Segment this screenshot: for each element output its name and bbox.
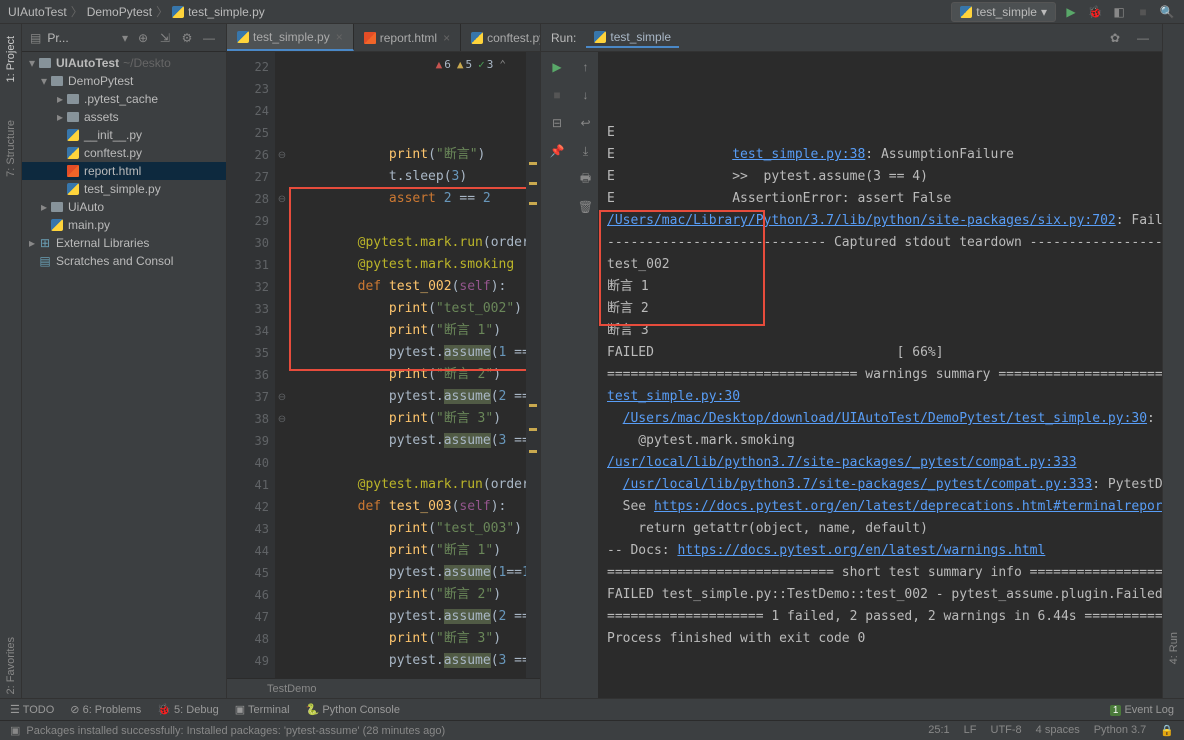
- inspection-summary[interactable]: ▲6 ▲5 ✓3 ⌃: [436, 54, 506, 76]
- status-sep[interactable]: LF: [964, 724, 977, 737]
- stop-button[interactable]: ■: [1134, 3, 1152, 21]
- tree-folder[interactable]: ▸assets: [22, 108, 226, 126]
- tab-test-simple[interactable]: test_simple.py×: [227, 24, 354, 51]
- breadcrumb-file[interactable]: test_simple.py: [188, 5, 265, 19]
- project-header: ▤ Pr... ▾ ⊕ ⇲ ⚙ —: [22, 24, 226, 52]
- gear-icon[interactable]: ✿: [1106, 29, 1124, 47]
- tab-report[interactable]: report.html×: [354, 24, 461, 51]
- hide-icon[interactable]: —: [1134, 29, 1152, 47]
- chevron-down-icon: ▾: [1041, 5, 1047, 19]
- breadcrumb: UIAutoTest 〉 DemoPytest 〉 test_simple.py: [8, 3, 951, 20]
- pin-icon[interactable]: 📌: [548, 142, 566, 160]
- breadcrumb-folder[interactable]: DemoPytest: [87, 5, 152, 19]
- tool-pyconsole[interactable]: 🐍 Python Console: [306, 703, 400, 716]
- python-icon: [960, 6, 972, 18]
- tool-problems[interactable]: ⊘ 6: Problems: [70, 703, 141, 716]
- tree-file-selected[interactable]: report.html: [22, 162, 226, 180]
- status-indent[interactable]: 4 spaces: [1036, 724, 1080, 737]
- run-button[interactable]: ▶: [1062, 3, 1080, 21]
- python-icon: [594, 31, 606, 43]
- project-pane: ▤ Pr... ▾ ⊕ ⇲ ⚙ — ▾UIAutoTest~/Deskto ▾D…: [22, 24, 227, 698]
- tree-scratches[interactable]: ▤Scratches and Consol: [22, 252, 226, 270]
- tool-todo[interactable]: ☰ TODO: [10, 703, 54, 716]
- up-icon[interactable]: ↑: [577, 58, 595, 76]
- python-file-icon: [172, 6, 184, 18]
- python-file-icon: [237, 31, 249, 43]
- fold-gutter[interactable]: ⊖⊖⊖⊖: [275, 52, 289, 678]
- editor-breadcrumb[interactable]: TestDemo: [227, 678, 540, 698]
- expand-icon[interactable]: ⇲: [156, 29, 174, 47]
- tree-root[interactable]: ▾UIAutoTest~/Deskto: [22, 54, 226, 72]
- status-position[interactable]: 25:1: [928, 724, 949, 737]
- run-tab[interactable]: test_simple: [586, 28, 679, 48]
- scroll-icon[interactable]: ⤓: [577, 142, 595, 160]
- debug-button[interactable]: 🐞: [1086, 3, 1104, 21]
- status-message: Packages installed successfully: Install…: [26, 725, 445, 737]
- scratch-icon: ▤: [38, 254, 52, 268]
- html-file-icon: [364, 32, 376, 44]
- tree-file[interactable]: __init__.py: [22, 126, 226, 144]
- editor-body[interactable]: 2223242526272829303132333435363738394041…: [227, 52, 540, 678]
- status-encoding[interactable]: UTF-8: [991, 724, 1022, 737]
- right-tool-bar: 4: Run: [1162, 24, 1184, 698]
- error-stripe[interactable]: [526, 52, 540, 678]
- status-bar: ▣ Packages installed successfully: Insta…: [0, 720, 1184, 740]
- event-log[interactable]: 1 Event Log: [1110, 704, 1174, 716]
- toolbar-right: test_simple ▾ ▶ 🐞 ◧ ■ 🔍: [951, 2, 1176, 22]
- status-interpreter[interactable]: Python 3.7: [1094, 724, 1147, 737]
- tree-folder[interactable]: ▾DemoPytest: [22, 72, 226, 90]
- print-icon[interactable]: 🖶: [577, 170, 595, 188]
- run-label: Run:: [551, 31, 576, 45]
- down-icon[interactable]: ↓: [577, 86, 595, 104]
- line-gutter[interactable]: 2223242526272829303132333435363738394041…: [227, 52, 275, 678]
- chevron-down-icon[interactable]: ▾: [122, 31, 128, 45]
- console-output[interactable]: EE test_simple.py:38: AssumptionFailureE…: [599, 52, 1162, 698]
- run-toolbar-right: ↑ ↓ ↩ ⤓ 🖶 🗑: [573, 52, 599, 698]
- trash-icon[interactable]: 🗑: [577, 198, 595, 216]
- top-bar: UIAutoTest 〉 DemoPytest 〉 test_simple.py…: [0, 0, 1184, 24]
- tool-terminal[interactable]: ▣ Terminal: [235, 703, 290, 716]
- run-header: Run: test_simple ✿ —: [541, 24, 1162, 52]
- layout-icon[interactable]: ⊟: [548, 114, 566, 132]
- close-icon[interactable]: ×: [443, 31, 450, 45]
- run-config-selector[interactable]: test_simple ▾: [951, 2, 1056, 22]
- tree-file[interactable]: test_simple.py: [22, 180, 226, 198]
- search-icon[interactable]: 🔍: [1158, 3, 1176, 21]
- locate-icon[interactable]: ⊕: [134, 29, 152, 47]
- tree-file[interactable]: main.py: [22, 216, 226, 234]
- tool-structure[interactable]: 7: Structure: [5, 116, 17, 181]
- editor-tabs: test_simple.py× report.html× conftest.py…: [227, 24, 540, 52]
- chevron-down-icon: ⌃: [499, 54, 506, 76]
- run-pane: Run: test_simple ✿ — ▶ ■ ⊟ 📌 ↑ ↓ ↩ ⤓ 🖶: [540, 24, 1162, 698]
- tool-project[interactable]: 1: Project: [5, 32, 17, 86]
- code-area[interactable]: ▲6 ▲5 ✓3 ⌃ print("断言") t.sleep(3) assert…: [289, 52, 526, 678]
- tree-folder[interactable]: ▸UiAuto: [22, 198, 226, 216]
- chevron-right-icon: 〉: [71, 3, 83, 20]
- run-coverage-button[interactable]: ◧: [1110, 3, 1128, 21]
- library-icon: ⊞: [38, 236, 52, 250]
- rerun-button[interactable]: ▶: [548, 58, 566, 76]
- editor-pane: test_simple.py× report.html× conftest.py…: [227, 24, 540, 698]
- chevron-right-icon: 〉: [156, 3, 168, 20]
- project-tree[interactable]: ▾UIAutoTest~/Deskto ▾DemoPytest ▸.pytest…: [22, 52, 226, 698]
- breadcrumb-root[interactable]: UIAutoTest: [8, 5, 67, 19]
- tree-folder[interactable]: ▸.pytest_cache: [22, 90, 226, 108]
- project-view-icon: ▤: [30, 31, 41, 45]
- lock-icon[interactable]: 🔒: [1160, 724, 1174, 737]
- python-file-icon: [471, 32, 483, 44]
- tool-debug[interactable]: 🐞 5: Debug: [157, 703, 218, 716]
- tool-run[interactable]: 4: Run: [1168, 628, 1180, 668]
- gear-icon[interactable]: ⚙: [178, 29, 196, 47]
- wrap-icon[interactable]: ↩: [577, 114, 595, 132]
- run-toolbar-left: ▶ ■ ⊟ 📌: [541, 52, 573, 698]
- close-icon[interactable]: ×: [336, 30, 343, 44]
- tree-file[interactable]: conftest.py: [22, 144, 226, 162]
- bottom-tool-bar: ☰ TODO ⊘ 6: Problems 🐞 5: Debug ▣ Termin…: [0, 698, 1184, 720]
- status-icon[interactable]: ▣: [10, 724, 20, 737]
- left-tool-bar: 1: Project 7: Structure 2: Favorites: [0, 24, 22, 698]
- tool-favorites[interactable]: 2: Favorites: [5, 633, 17, 698]
- hide-icon[interactable]: —: [200, 29, 218, 47]
- tree-external[interactable]: ▸⊞External Libraries: [22, 234, 226, 252]
- stop-button[interactable]: ■: [548, 86, 566, 104]
